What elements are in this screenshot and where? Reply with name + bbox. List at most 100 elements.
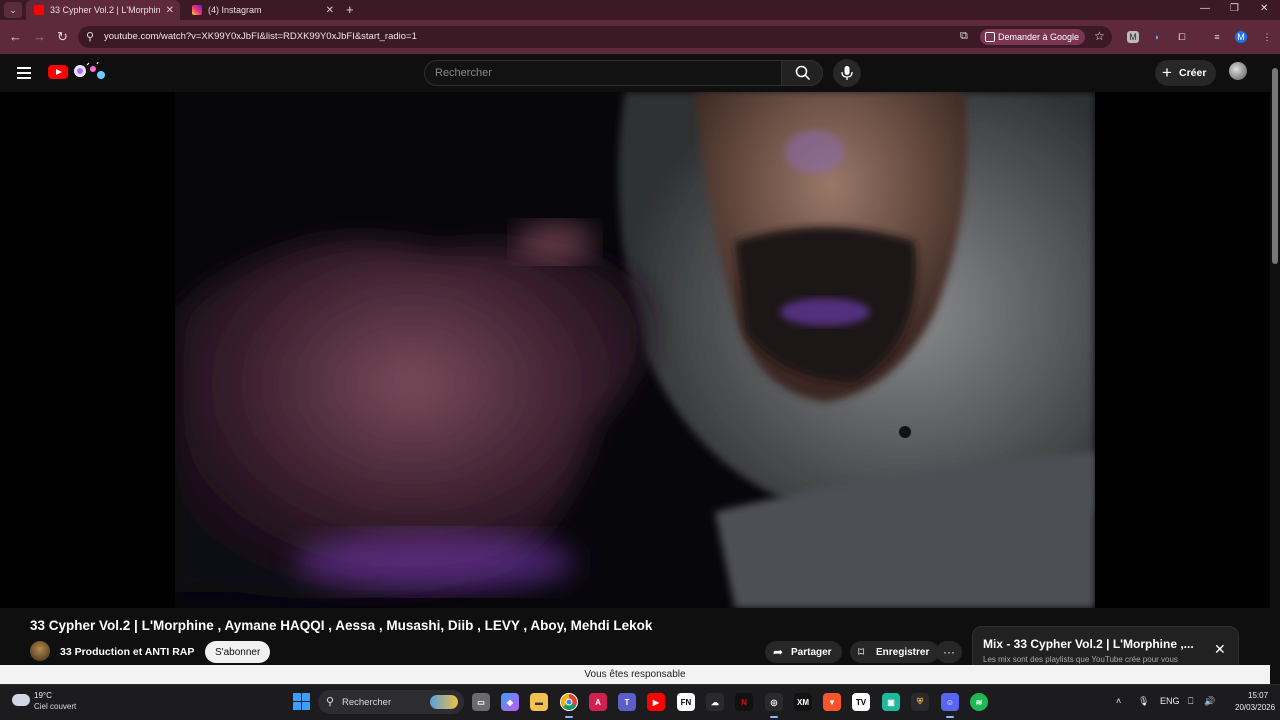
microphone-tray-icon[interactable]: 🎙 <box>1138 696 1149 707</box>
address-bar[interactable]: ⚲ youtube.com/watch?v=XK99Y0xJbFI&list=R… <box>78 26 1112 48</box>
new-tab-button[interactable]: + <box>346 2 354 17</box>
windows-start-icon[interactable] <box>293 693 310 710</box>
extensions-puzzle-icon[interactable]: ⧠ <box>1176 31 1188 43</box>
search-icon <box>795 65 811 81</box>
close-icon[interactable]: ✕ <box>1214 641 1226 658</box>
site-info-icon[interactable]: ⚲ <box>86 30 94 43</box>
github-desktop-icon[interactable]: ◎ <box>765 693 783 718</box>
tab-search-dropdown[interactable]: ⌄ <box>4 2 22 18</box>
clock-time[interactable]: 15:07 <box>1248 691 1268 700</box>
youtube-logo-icon[interactable] <box>48 65 68 79</box>
youtube-header: + Créer <box>0 54 1280 92</box>
save-button[interactable]: ⌑ Enregistrer <box>850 641 940 663</box>
channel-name[interactable]: 33 Production et ANTI RAP <box>60 646 194 658</box>
video-still-image <box>175 92 1095 608</box>
back-icon[interactable]: ← <box>9 29 22 44</box>
share-icon: ➦ <box>773 645 784 659</box>
shield-app-icon[interactable]: ⛨ <box>911 693 929 711</box>
voice-search-button[interactable] <box>833 59 861 87</box>
search-input[interactable] <box>435 65 765 81</box>
extension-m-icon[interactable]: M <box>1127 31 1139 43</box>
brave-icon[interactable]: ▼ <box>823 693 841 711</box>
video-frame[interactable] <box>175 92 1095 608</box>
clock-date[interactable]: 20/03/2026 <box>1235 703 1275 712</box>
ask-google-button[interactable]: Demander à Google <box>980 29 1086 45</box>
cloud-app-icon[interactable]: ☁ <box>706 693 724 711</box>
youtube-app-icon[interactable]: ▶ <box>647 693 665 711</box>
tab-title: (4) Instagram <box>208 5 262 15</box>
file-explorer-icon[interactable]: ▬ <box>530 693 548 711</box>
chrome-icon[interactable] <box>560 693 578 718</box>
microphone-icon <box>841 66 853 80</box>
fn-app-icon[interactable]: FN <box>677 693 695 711</box>
browser-tab-bar: ⌄ 33 Cypher Vol.2 | L'Morphine , A ✕ (4)… <box>0 0 1280 20</box>
mix-title[interactable]: Mix - 33 Cypher Vol.2 | L'Morphine ,... <box>983 637 1203 651</box>
task-view-icon[interactable]: ▭ <box>472 693 490 711</box>
spotify-icon[interactable]: ≋ <box>970 693 988 711</box>
install-app-icon[interactable]: ⧉ <box>960 30 968 43</box>
restore-icon[interactable]: ❐ <box>1230 3 1239 14</box>
forward-icon[interactable]: → <box>33 29 46 44</box>
close-tab-icon[interactable]: ✕ <box>166 5 174 16</box>
extension-wave-icon[interactable]: ◗ <box>1151 31 1163 43</box>
share-label: Partager <box>791 646 832 658</box>
tab-instagram[interactable]: (4) Instagram ✕ <box>184 0 340 20</box>
search-button[interactable] <box>781 60 823 86</box>
google-lens-icon <box>985 32 995 42</box>
weather-temperature[interactable]: 19°C <box>34 691 52 700</box>
discord-icon[interactable]: ☺ <box>941 693 959 718</box>
youtube-doodle-icon[interactable] <box>71 62 107 82</box>
video-player[interactable] <box>0 92 1270 608</box>
terminal-app-icon[interactable]: ▣ <box>882 693 900 711</box>
video-title: 33 Cypher Vol.2 | L'Morphine , Aymane HA… <box>30 618 653 633</box>
chrome-menu-icon[interactable]: ⋮ <box>1261 31 1273 43</box>
youtube-favicon-icon <box>34 5 44 15</box>
reload-icon[interactable]: ↻ <box>57 29 68 45</box>
plus-icon: + <box>1162 63 1172 82</box>
tab-youtube[interactable]: 33 Cypher Vol.2 | L'Morphine , A ✕ <box>26 0 180 20</box>
teams-icon[interactable]: T <box>618 693 636 711</box>
weather-cloud-icon[interactable] <box>12 694 30 706</box>
taskbar-search-label: Rechercher <box>342 697 392 708</box>
save-label: Enregistrer <box>876 646 930 658</box>
taskbar-search[interactable]: ⚲ Rechercher <box>318 690 464 714</box>
subscribe-button[interactable]: S'abonner <box>205 641 271 663</box>
create-label: Créer <box>1179 67 1207 79</box>
mix-subtitle: Les mix sont des playlists que YouTube c… <box>983 655 1178 664</box>
create-button[interactable]: + Créer <box>1155 60 1217 86</box>
tab-title: 33 Cypher Vol.2 | L'Morphine , A <box>50 5 160 15</box>
network-icon[interactable]: ⎕ <box>1188 696 1193 707</box>
search-box[interactable] <box>424 60 782 86</box>
volume-icon[interactable]: 🔊 <box>1204 696 1215 707</box>
more-actions-button[interactable]: ··· <box>936 641 962 663</box>
media-controls-icon[interactable]: ≡ <box>1211 31 1223 43</box>
weather-description[interactable]: Ciel couvert <box>34 702 76 711</box>
notice-bar: Vous êtes responsable <box>0 665 1270 684</box>
language-indicator[interactable]: ENG <box>1160 696 1180 706</box>
windows-taskbar: 19°C Ciel couvert ⚲ Rechercher ▭ ◈ ▬ A T… <box>0 684 1280 720</box>
share-button[interactable]: ➦ Partager <box>765 641 842 663</box>
affinity-icon[interactable]: A <box>589 693 607 711</box>
browser-toolbar: ← → ↻ ⚲ youtube.com/watch?v=XK99Y0xJbFI&… <box>0 20 1280 54</box>
close-window-icon[interactable]: ✕ <box>1260 3 1268 14</box>
netflix-icon[interactable]: N <box>735 693 753 711</box>
chrome-logo <box>561 694 577 710</box>
bookmark-star-icon[interactable]: ☆ <box>1094 29 1105 43</box>
show-hidden-icons-icon[interactable]: ˄ <box>1116 696 1121 706</box>
instagram-favicon-icon <box>192 5 202 15</box>
page-scrollbar[interactable] <box>1270 54 1280 684</box>
copilot-icon[interactable]: ◈ <box>501 693 519 711</box>
channel-avatar[interactable] <box>30 641 50 661</box>
account-avatar[interactable] <box>1229 62 1247 80</box>
scrollbar-thumb[interactable] <box>1272 68 1278 264</box>
minimize-icon[interactable]: — <box>1200 3 1210 14</box>
profile-avatar[interactable]: M <box>1235 31 1247 43</box>
url-text[interactable]: youtube.com/watch?v=XK99Y0xJbFI&list=RDX… <box>104 31 417 42</box>
close-tab-icon[interactable]: ✕ <box>326 5 334 16</box>
xm-app-icon[interactable]: XM <box>794 693 812 711</box>
search-icon: ⚲ <box>326 696 335 708</box>
bookmark-icon: ⌑ <box>858 645 865 659</box>
hamburger-menu-icon[interactable] <box>17 67 31 79</box>
tradingview-icon[interactable]: TV <box>852 693 870 711</box>
search-highlight-icon <box>430 695 458 709</box>
